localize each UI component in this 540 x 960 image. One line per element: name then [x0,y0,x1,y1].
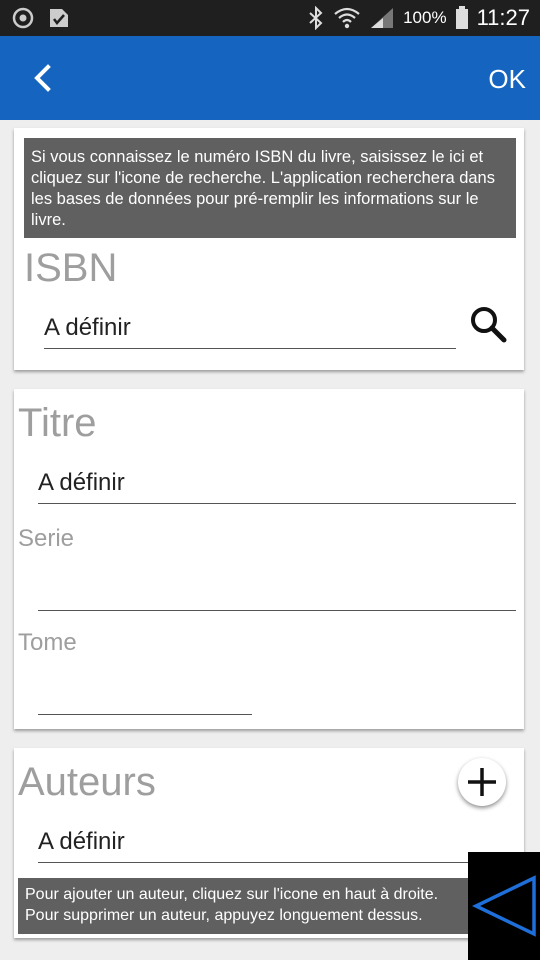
title-label: Titre [18,401,97,445]
tome-field[interactable] [38,679,252,715]
title-card: Titre A définir Serie Tome [14,389,524,729]
clock: 11:27 [476,5,530,30]
isbn-hint: Si vous connaissez le numéro ISBN du liv… [24,138,516,238]
add-author-button[interactable] [458,758,506,806]
triangle-back-icon [471,875,536,937]
wifi-icon [334,7,360,29]
image-check-icon [50,9,68,27]
status-bar: 100% 11:27 [0,0,540,36]
serie-field[interactable] [38,575,516,611]
tome-label: Tome [18,629,77,656]
authors-field[interactable]: A définir [38,828,498,863]
isbn-label: ISBN [24,246,118,290]
battery-percent: 100% [403,8,447,27]
plus-icon [468,768,496,796]
isbn-card: Si vous connaissez le numéro ISBN du liv… [14,128,524,370]
battery-icon [455,6,468,29]
signal-icon [371,8,394,28]
authors-label: Auteurs [18,760,156,804]
bluetooth-icon [309,6,323,30]
search-icon[interactable] [468,304,508,344]
title-field[interactable]: A définir [38,469,516,504]
sync-icon [12,7,34,29]
serie-label: Serie [18,525,75,552]
isbn-field[interactable]: A définir [44,314,456,349]
authors-card: Auteurs A définir Pour ajouter un auteur… [14,748,524,938]
ok-button[interactable]: OK [488,64,526,95]
app-bar: OK [0,36,540,120]
authors-hint: Pour ajouter un auteur, cliquez sur l'ic… [18,878,480,934]
nav-back-overlay[interactable] [468,852,540,960]
chevron-left-icon[interactable] [28,62,58,94]
